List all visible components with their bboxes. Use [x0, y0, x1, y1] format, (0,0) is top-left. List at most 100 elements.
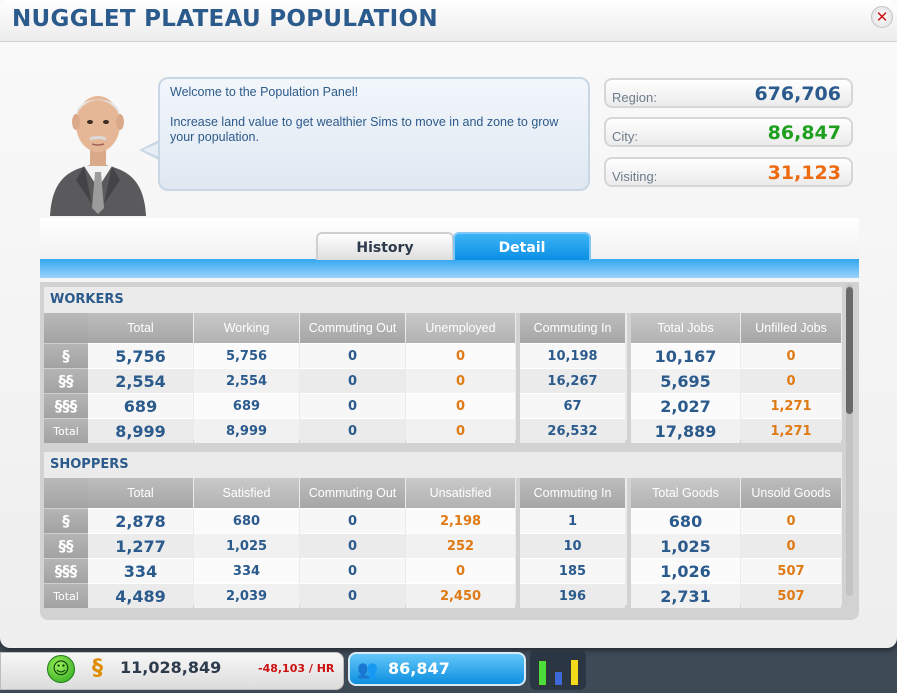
- workers-cell-2-4: 67: [520, 393, 625, 418]
- shoppers-cell-3-6: 507: [741, 583, 841, 608]
- shoppers-header-1: Satisfied: [194, 478, 299, 508]
- shoppers-cell-0-3: 2,198: [406, 508, 515, 533]
- workers-cell-0-6: 0: [741, 343, 841, 368]
- workers-cell-1-0: 2,554: [88, 368, 193, 393]
- shoppers-cell-3-3: 2,450: [406, 583, 515, 608]
- shoppers-cell-3-2: 0: [300, 583, 405, 608]
- workers-header-2: Commuting Out: [300, 313, 405, 343]
- shoppers-header-4: Commuting In: [520, 478, 625, 508]
- workers-cell-2-0: 689: [88, 393, 193, 418]
- shoppers-cell-1-4: 10: [520, 533, 625, 558]
- tab-history[interactable]: History: [316, 232, 454, 260]
- workers-header-0: Total: [88, 313, 193, 343]
- workers-section: WORKERS Total Working Commuting Out Unemplo…: [44, 287, 842, 443]
- rci-bar-0: [538, 660, 547, 686]
- workers-cell-2-1: 689: [194, 393, 299, 418]
- workers-cell-1-2: 0: [300, 368, 405, 393]
- detail-tables: WORKERS Total Working Commuting Out Unemplo…: [40, 282, 859, 620]
- workers-header-1: Working: [194, 313, 299, 343]
- tab-detail[interactable]: Detail: [453, 232, 591, 260]
- shoppers-row-label-0: §: [44, 508, 88, 533]
- workers-cell-3-1: 8,999: [194, 418, 299, 443]
- shoppers-row-label-3: Total: [44, 583, 88, 608]
- workers-cell-1-3: 0: [406, 368, 515, 393]
- workers-cell-3-5: 17,889: [631, 418, 740, 443]
- workers-cell-3-2: 0: [300, 418, 405, 443]
- shoppers-cell-3-4: 196: [520, 583, 625, 608]
- shoppers-cell-2-6: 507: [741, 558, 841, 583]
- workers-cell-0-3: 0: [406, 343, 515, 368]
- workers-cell-3-4: 26,532: [520, 418, 625, 443]
- advisor-speech-bubble: Welcome to the Population Panel! Increas…: [158, 77, 590, 191]
- region-value: 676,706: [754, 83, 841, 105]
- workers-cell-2-3: 0: [406, 393, 515, 418]
- shoppers-row-label-1: §§: [44, 533, 88, 558]
- shoppers-header-0: Total: [88, 478, 193, 508]
- shoppers-cell-2-0: 334: [88, 558, 193, 583]
- workers-row-label-3: Total: [44, 418, 88, 443]
- workers-cell-2-5: 2,027: [631, 393, 740, 418]
- speech-bubble-tail-inner: [143, 143, 159, 157]
- workers-row-label-0: §: [44, 343, 88, 368]
- shoppers-cell-2-2: 0: [300, 558, 405, 583]
- shoppers-cell-1-5: 1,025: [631, 533, 740, 558]
- rci-bar-1: [554, 671, 563, 686]
- workers-header-6: Unfilled Jobs: [741, 313, 841, 343]
- shoppers-cell-0-4: 1: [520, 508, 625, 533]
- workers-cell-1-6: 0: [741, 368, 841, 393]
- funds-value: 11,028,849: [120, 658, 222, 677]
- header-corner: [44, 313, 88, 343]
- workers-cell-0-5: 10,167: [631, 343, 740, 368]
- close-icon[interactable]: ✕: [871, 6, 893, 28]
- city-value: 86,847: [767, 122, 841, 144]
- shoppers-cell-0-6: 0: [741, 508, 841, 533]
- workers-cell-0-0: 5,756: [88, 343, 193, 368]
- workers-cell-1-4: 16,267: [520, 368, 625, 393]
- population-value: 86,847: [388, 659, 450, 678]
- shoppers-cell-0-1: 680: [194, 508, 299, 533]
- window-title: NUGGLET PLATEAU POPULATION: [12, 6, 438, 32]
- workers-row-label-1: §§: [44, 368, 88, 393]
- workers-header-3: Unemployed: [406, 313, 515, 343]
- people-icon: 👥: [357, 660, 379, 680]
- workers-cell-1-5: 5,695: [631, 368, 740, 393]
- advisor-welcome-text: Welcome to the Population Panel!: [170, 85, 359, 99]
- simoleon-icon: §: [92, 656, 103, 681]
- workers-cell-0-4: 10,198: [520, 343, 625, 368]
- shoppers-cell-0-2: 0: [300, 508, 405, 533]
- header-corner: [44, 478, 88, 508]
- workers-cell-1-1: 2,554: [194, 368, 299, 393]
- shoppers-cell-2-3: 0: [406, 558, 515, 583]
- shoppers-header-2: Commuting Out: [300, 478, 405, 508]
- shoppers-cell-3-5: 2,731: [631, 583, 740, 608]
- shoppers-section: SHOPPERS Total Satisfied Commuting Out Unsa…: [44, 452, 842, 608]
- shoppers-separator-0: [516, 478, 520, 608]
- shoppers-cell-1-3: 252: [406, 533, 515, 558]
- table-scrollbar-thumb[interactable]: [846, 287, 853, 414]
- region-label: Region:: [612, 90, 657, 105]
- shoppers-header-5: Total Goods: [631, 478, 740, 508]
- shoppers-cell-3-0: 4,489: [88, 583, 193, 608]
- workers-cell-2-2: 0: [300, 393, 405, 418]
- rci-indicator[interactable]: [530, 650, 586, 690]
- shoppers-cell-3-1: 2,039: [194, 583, 299, 608]
- workers-cell-3-0: 8,999: [88, 418, 193, 443]
- workers-header-5: Total Jobs: [631, 313, 740, 343]
- advisor-tip-text: Increase land value to get wealthier Sim…: [170, 115, 559, 144]
- workers-cell-3-3: 0: [406, 418, 515, 443]
- shoppers-separator-1: [627, 478, 631, 608]
- shoppers-cell-1-1: 1,025: [194, 533, 299, 558]
- population-panel: NUGGLET PLATEAU POPULATION ✕ Welcome to …: [0, 0, 897, 648]
- workers-cell-0-2: 0: [300, 343, 405, 368]
- shoppers-title: SHOPPERS: [50, 457, 129, 472]
- shoppers-cell-2-1: 334: [194, 558, 299, 583]
- region-population-box: Region: 676,706: [604, 78, 853, 108]
- shoppers-cell-1-6: 0: [741, 533, 841, 558]
- smiley-icon[interactable]: ☺: [47, 655, 75, 683]
- shoppers-cell-2-5: 1,026: [631, 558, 740, 583]
- shoppers-cell-0-5: 680: [631, 508, 740, 533]
- workers-title: WORKERS: [50, 292, 124, 307]
- funds-rate: -48,103 / HR: [258, 662, 335, 675]
- shoppers-cell-2-4: 185: [520, 558, 625, 583]
- shoppers-cell-1-2: 0: [300, 533, 405, 558]
